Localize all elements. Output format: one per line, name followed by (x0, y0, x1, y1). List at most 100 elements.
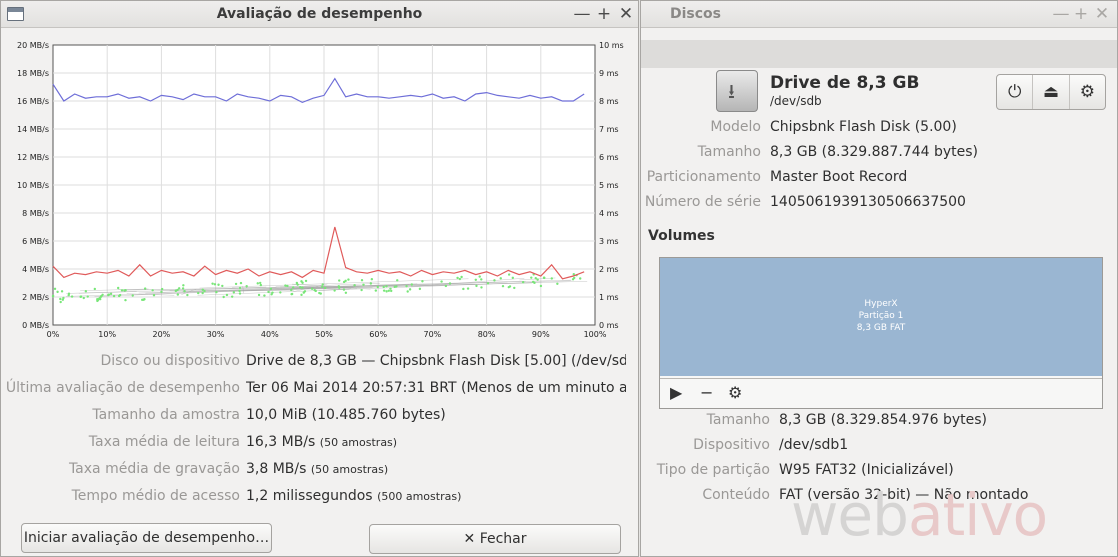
volume-summary: 8,3 GB FAT (856, 323, 906, 333)
partition-settings-icon[interactable]: ⚙ (728, 383, 742, 402)
access-sample-point (304, 279, 308, 283)
access-sample-point (521, 281, 525, 284)
access-sample-point (176, 293, 180, 296)
access-sample-point (197, 291, 200, 295)
minimize-button[interactable]: — (1051, 4, 1071, 24)
access-sample-point (269, 287, 273, 290)
detail-value: 1405061939130506637500 (770, 194, 966, 210)
detail-label: Modelo (710, 119, 761, 135)
volume-detail-contents: Conteúdo (641, 487, 770, 509)
access-sample-point (337, 285, 340, 288)
access-sample-point (152, 294, 156, 297)
y-right-tick-label: 5 ms (599, 181, 619, 190)
access-sample-point (534, 277, 537, 280)
benchmark-titlebar: Avaliação de desempenho — + ✕ (1, 1, 638, 28)
access-sample-point (501, 284, 505, 288)
drive-detail-serial: Número de série (641, 194, 761, 216)
volume-detail-device: Dispositivo (641, 437, 770, 459)
start-benchmark-button[interactable]: Iniciar avaliação de desempenho… (21, 523, 272, 553)
access-sample-point (174, 289, 178, 293)
minimize-button[interactable]: — (572, 4, 592, 24)
access-sample-point (230, 295, 234, 298)
info-label: Última avaliação de desempenho (5, 380, 240, 396)
access-sample-point (290, 288, 293, 292)
access-sample-point (360, 288, 363, 292)
y-left-tick-label: 2 MB/s (22, 293, 49, 302)
access-sample-point (98, 297, 102, 301)
access-sample-point (238, 286, 242, 290)
access-sample-point (369, 282, 373, 285)
volume-toolbar: ▶ − ⚙ (660, 378, 1102, 408)
access-sample-point (313, 288, 316, 292)
access-sample-point (217, 283, 220, 286)
access-sample-point (271, 291, 274, 294)
volume-partition-1[interactable]: HyperX Partição 1 8,3 GB FAT (660, 258, 1102, 376)
disks-window-title: Discos (670, 6, 722, 22)
volume-partition-label: Partição 1 (858, 311, 904, 321)
info-row-access-time: Tempo médio de acesso 1,2 milissegundos … (1, 486, 640, 510)
access-sample-point (186, 293, 189, 297)
detail-label: Conteúdo (702, 487, 770, 503)
access-sample-point (353, 284, 356, 287)
detail-value: 8,3 GB (8.329.854.976 bytes) (779, 412, 987, 428)
access-sample-point (550, 277, 553, 280)
access-sample-point (376, 285, 379, 289)
maximize-button[interactable]: + (1071, 4, 1091, 24)
y-left-tick-label: 4 MB/s (22, 265, 49, 274)
access-sample-point (385, 290, 388, 293)
access-sample-point (390, 289, 393, 293)
x-tick-label: 50% (315, 330, 333, 339)
access-sample-point (466, 287, 470, 290)
close-button[interactable]: ✕ Fechar (369, 524, 621, 554)
access-sample-point (290, 292, 294, 296)
access-sample-point (151, 289, 154, 292)
benchmark-window: Avaliação de desempenho — + ✕ 0% 10% 20% 30… (0, 0, 639, 557)
access-sample-point (239, 281, 243, 285)
access-sample-point (338, 279, 341, 282)
access-sample-point (344, 279, 347, 283)
maximize-button[interactable]: + (594, 4, 614, 24)
eject-icon[interactable]: ⏏ (1033, 75, 1070, 109)
close-window-button[interactable]: ✕ (1092, 4, 1112, 24)
access-sample-point (160, 287, 164, 291)
access-sample-point (475, 284, 478, 288)
close-window-button[interactable]: ✕ (616, 4, 636, 24)
usb-drive-icon: ⭳ (716, 70, 758, 112)
access-sample-point (59, 300, 62, 304)
mount-play-icon[interactable]: ▶ (670, 383, 682, 402)
power-off-icon[interactable]: ⏻ (997, 75, 1034, 109)
access-sample-point (556, 282, 559, 285)
info-row-write-rate: Taxa média de gravação 3,8 MB/s (50 amos… (1, 459, 640, 483)
detail-value: W95 FAT32 (Inicializável) (779, 462, 954, 478)
access-sample-point (116, 286, 120, 290)
access-sample-point (333, 289, 336, 292)
access-sample-point (410, 283, 414, 286)
y-left-tick-label: 20 MB/s (17, 41, 49, 50)
y-right-tick-label: 1 ms (599, 293, 619, 302)
disks-window: Discos — + ✕ ⭳ Drive de 8,3 GB /dev/sdb … (640, 0, 1118, 557)
y-right-tick-label: 0 ms (599, 321, 619, 330)
access-sample-point (112, 294, 116, 298)
access-sample-point (395, 285, 398, 288)
drive-settings-icon[interactable]: ⚙ (1070, 75, 1105, 109)
info-row-last-benchmark: Última avaliação de desempenho Ter 06 Ma… (1, 378, 640, 402)
access-sample-point (96, 298, 99, 301)
access-sample-point (444, 284, 448, 288)
delete-partition-icon[interactable]: − (700, 383, 713, 402)
access-sample-point (291, 286, 295, 289)
access-sample-point (124, 298, 127, 302)
volume-name: HyperX (864, 299, 898, 309)
access-sample-point (499, 277, 502, 280)
access-sample-point (301, 281, 304, 284)
access-sample-point (107, 293, 111, 296)
x-tick-label: 60% (369, 330, 387, 339)
info-label: Tamanho da amostra (92, 407, 240, 423)
access-sample-point (387, 289, 391, 292)
access-sample-point (513, 286, 516, 290)
y-right-tick-label: 9 ms (599, 69, 619, 78)
access-sample-point (143, 287, 147, 290)
access-sample-point (511, 276, 515, 280)
access-sample-point (458, 277, 462, 281)
drive-detail-partitioning: Particionamento (641, 169, 761, 191)
access-sample-point (342, 288, 346, 291)
